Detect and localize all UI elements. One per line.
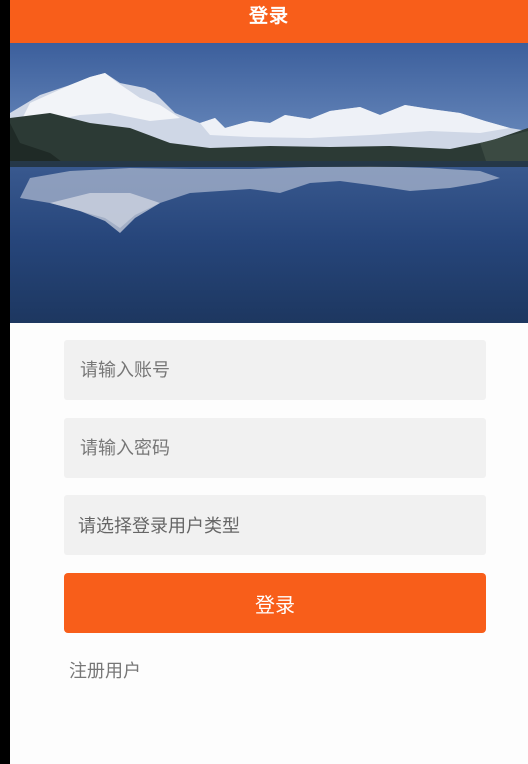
password-field[interactable]: [64, 418, 486, 478]
page-title: 登录: [248, 5, 289, 27]
login-button[interactable]: 登录: [64, 573, 486, 633]
top-bar: 登录: [10, 0, 528, 43]
user-type-placeholder: 请选择登录用户类型: [78, 516, 240, 537]
user-type-select[interactable]: 请选择登录用户类型: [64, 495, 486, 555]
account-input[interactable]: [80, 340, 470, 400]
banner-image: [10, 43, 528, 323]
register-link[interactable]: 注册用户: [69, 657, 141, 683]
password-input[interactable]: [80, 418, 470, 478]
account-field[interactable]: [64, 340, 486, 400]
login-screen: 登录 请输入账号 请选择登录用户类型 登录 注册用户: [10, 0, 528, 764]
